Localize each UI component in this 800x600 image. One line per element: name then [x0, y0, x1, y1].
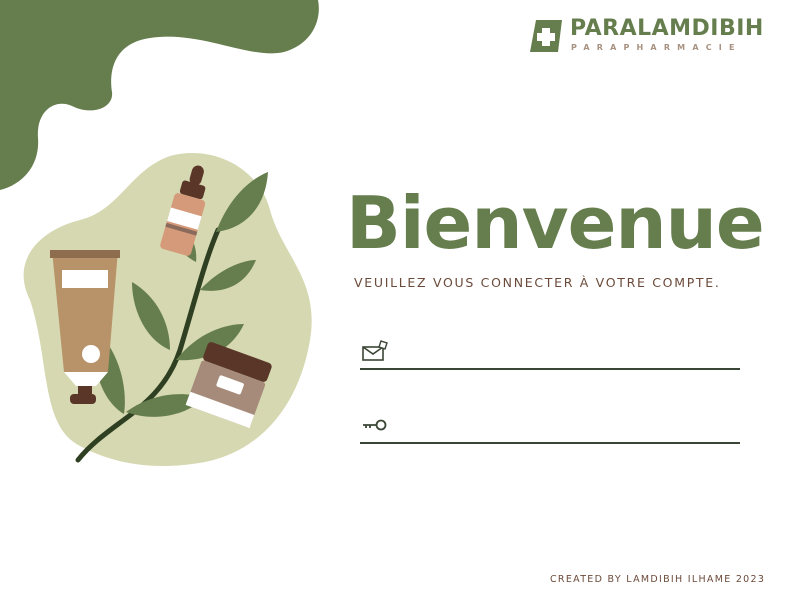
- product-illustration: [23, 153, 312, 467]
- password-field: [360, 408, 740, 444]
- footer-credit: CREATED BY LAMDIBIH ILHAME 2023: [550, 574, 766, 585]
- brand-tagline: PARAPHARMACIE: [571, 43, 742, 52]
- envelope-icon: [360, 338, 390, 364]
- page-title: Bienvenue: [346, 181, 765, 265]
- brand-name: PARALAMDIBIH: [570, 16, 764, 41]
- key-icon: [360, 412, 390, 438]
- brand-logo: PARALAMDIBIH PARAPHARMACIE: [528, 16, 768, 56]
- email-input[interactable]: [390, 338, 740, 364]
- login-page: PARALAMDIBIH PARAPHARMACIE Bienvenue VEU…: [0, 0, 800, 600]
- login-subtitle: VEUILLEZ VOUS CONNECTER À VOTRE COMPTE.: [354, 275, 721, 290]
- password-input[interactable]: [390, 412, 740, 438]
- pharmacy-cross-icon: [530, 20, 562, 52]
- email-field: [360, 334, 740, 370]
